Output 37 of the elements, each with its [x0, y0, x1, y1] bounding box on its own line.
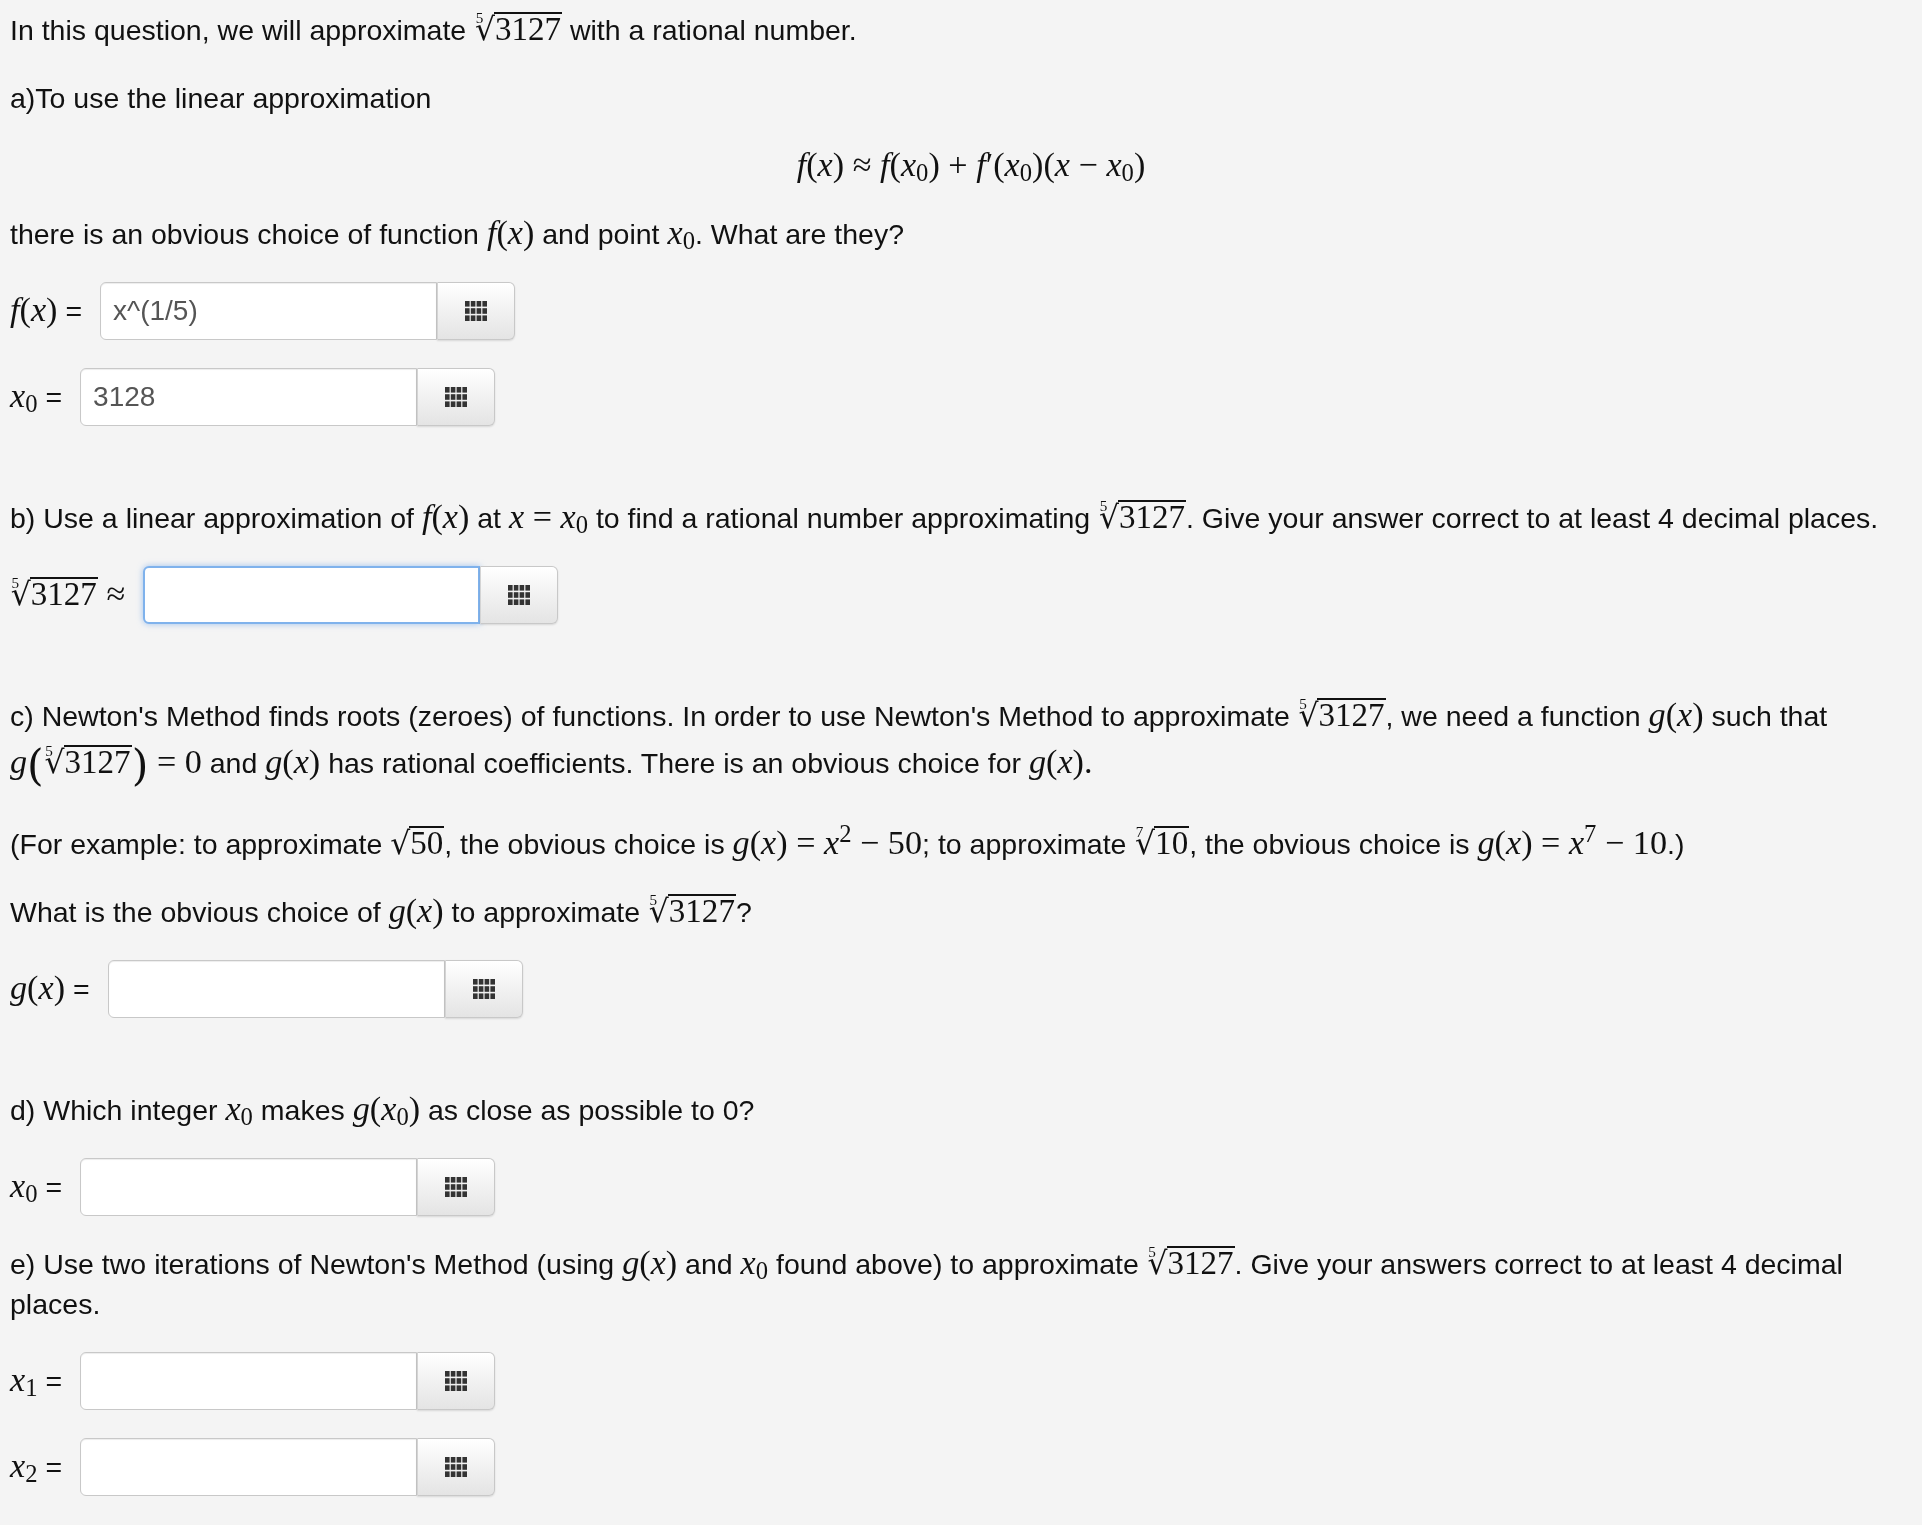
field-label: g(x) =	[10, 968, 90, 1008]
grid-icon	[508, 585, 531, 605]
instruction-text: (For example: to approximate √50, the obvious choice is g(x) = x$^{2}$ − 50; to approximate $^{7}$√10, the obvious choice is g(x) = x$^{7}$ − 10.)	[10, 823, 1686, 863]
instruction-text: What is the obvious choice of g(x) to approximate $^{5}$√3127?	[10, 891, 753, 931]
grid-icon	[445, 1176, 468, 1197]
keypad-button[interactable]	[417, 1351, 496, 1410]
instruction-text: e) Use two iterations of Newton's Method (using g(x) and x$_{0}$ found above) to approximate $^{5}$√3127. Give your answers correct to at least 4 decimal places.	[10, 1243, 1844, 1322]
instruction-text: there is an obvious choice of function f(x) and point x$_{0}$. What are they?	[10, 214, 906, 254]
grid-icon	[445, 387, 468, 407]
grid-icon	[445, 1370, 468, 1391]
field-label: f(x) =	[10, 291, 83, 330]
grid-icon	[472, 978, 495, 999]
answer-field[interactable]	[80, 1437, 418, 1496]
instruction-text: In this question, we will approximate $^{5}$√3127 with a rational number.	[10, 10, 858, 49]
instruction-text: b) Use a linear approximation of f(x) at x = x$_{0}$ to find a rational number approximating $^{5}$√3127. Give your answer correct to at least 4 decimal places.	[10, 498, 1880, 538]
instruction-text: d) Which integer x$_{0}$ makes g(x$_{0}$) as close as possible to 0?	[10, 1089, 756, 1130]
equation: f(x) ≈ f(x$_{0}$) + f′(x$_{0}$)(x − x$_{0}$)	[796, 146, 1146, 186]
keypad-button[interactable]	[417, 1437, 496, 1496]
keypad-button[interactable]	[480, 566, 559, 624]
field-label: x$_{1}$ =	[10, 1360, 63, 1401]
answer-field[interactable]	[107, 959, 445, 1018]
field-label: x$_{2}$ =	[10, 1446, 63, 1487]
keypad-button[interactable]	[437, 282, 516, 340]
grid-icon	[445, 1456, 468, 1477]
keypad-button[interactable]	[417, 1157, 496, 1216]
field-label: $^{5}$√3127 ≈	[10, 575, 126, 614]
answer-field[interactable]	[80, 1157, 418, 1216]
answer-field[interactable]	[143, 566, 481, 624]
keypad-button[interactable]	[444, 959, 523, 1018]
answer-field[interactable]	[80, 1351, 418, 1410]
answer-field[interactable]: x^(1/5)	[100, 282, 438, 340]
field-label: x$_{0}$ =	[10, 1166, 63, 1207]
answer-field[interactable]: 3128	[80, 368, 418, 426]
instruction-text: a)To use the linear approximation	[10, 81, 433, 116]
keypad-button[interactable]	[417, 368, 496, 426]
grid-icon	[465, 301, 488, 321]
field-label: x$_{0}$ =	[10, 377, 63, 417]
